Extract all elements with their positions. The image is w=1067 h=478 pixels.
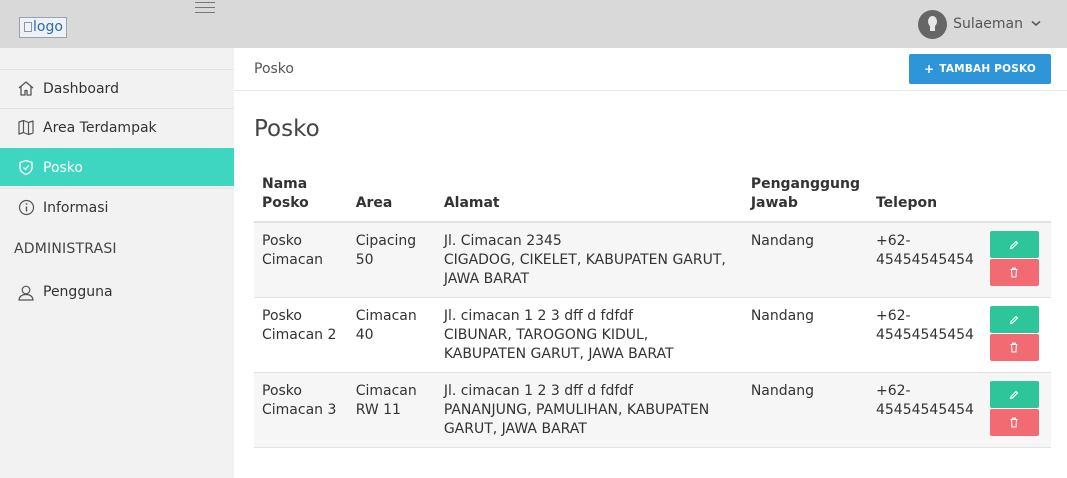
- breadcrumb: Posko: [254, 61, 294, 77]
- column-header-area: Area: [347, 172, 436, 223]
- table-header-row: Nama Posko Area Alamat Penganggung Jawab…: [254, 172, 1051, 223]
- cell-actions: [981, 297, 1051, 373]
- cell-pj: Nandang: [742, 297, 868, 373]
- main-content: Posko + TAMBAH POSKO Posko Nama Posko Ar…: [234, 48, 1067, 478]
- avatar[interactable]: [918, 9, 948, 39]
- sidebar-item-dashboard[interactable]: Dashboard: [0, 69, 234, 107]
- pencil-icon: [1010, 315, 1019, 324]
- table-row: Posko Cimacan Cipacing 50 Jl. Cimacan 23…: [254, 222, 1051, 298]
- cell-telepon: +62-45454545454: [867, 372, 982, 448]
- edit-button[interactable]: [989, 381, 1039, 408]
- cell-area: Cimacan RW 11: [347, 372, 436, 448]
- delete-button[interactable]: [989, 409, 1039, 436]
- trash-icon: [1010, 417, 1018, 428]
- home-icon: [16, 80, 36, 98]
- user-icon: [16, 283, 36, 301]
- table-row: Posko Cimacan 2 Cimacan 40 Jl. cimacan 1…: [254, 297, 1051, 373]
- edit-button[interactable]: [989, 231, 1039, 258]
- cell-actions: [981, 372, 1051, 448]
- pencil-icon: [1010, 240, 1019, 249]
- delete-button[interactable]: [989, 259, 1039, 286]
- sidebar-section-title: ADMINISTRASI: [14, 241, 117, 257]
- top-navbar: logo Sulaeman: [0, 0, 1067, 48]
- cell-alamat: Jl. cimacan 1 2 3 dff d fdfdf CIBUNAR, T…: [435, 297, 743, 373]
- cell-pj: Nandang: [742, 222, 868, 298]
- sidebar-item-area-terdampak[interactable]: Area Terdampak: [0, 108, 234, 146]
- alamat-street: Jl. cimacan 1 2 3 dff d fdfdf: [443, 308, 634, 324]
- sidebar-item-pengguna[interactable]: Pengguna: [0, 273, 234, 311]
- map-icon: [16, 119, 36, 137]
- add-posko-label: TAMBAH POSKO: [939, 63, 1036, 75]
- cell-pj: Nandang: [742, 372, 868, 448]
- edit-button[interactable]: [989, 306, 1039, 333]
- column-header-nama: Nama Posko: [254, 172, 348, 223]
- alamat-street: Jl. Cimacan 2345: [443, 233, 562, 249]
- shield-icon: [16, 159, 36, 177]
- cell-alamat: Jl. Cimacan 2345 CIGADOG, CIKELET, KABUP…: [435, 222, 743, 298]
- sidebar-item-label: Pengguna: [43, 284, 113, 300]
- user-name[interactable]: Sulaeman: [953, 16, 1023, 32]
- sidebar-item-informasi[interactable]: Informasi: [0, 188, 234, 226]
- cell-nama: Posko Cimacan 3: [254, 372, 348, 448]
- table-row: Posko Cimacan 3 Cimacan RW 11 Jl. cimaca…: [254, 372, 1051, 448]
- cell-area: Cipacing 50: [347, 222, 436, 298]
- alamat-region: PANANJUNG, PAMULIHAN, KABUPATEN GARUT, J…: [443, 402, 710, 437]
- sidebar-item-label: Area Terdampak: [43, 119, 157, 136]
- breadcrumb-bar: Posko + TAMBAH POSKO: [234, 48, 1067, 91]
- column-header-alamat: Alamat: [435, 172, 743, 223]
- logo-image[interactable]: logo: [19, 17, 67, 38]
- column-header-actions: [981, 172, 1051, 223]
- column-header-telepon: Telepon: [867, 172, 982, 223]
- delete-button[interactable]: [989, 334, 1039, 361]
- cell-actions: [981, 222, 1051, 298]
- cell-nama: Posko Cimacan: [254, 222, 348, 298]
- column-header-pj: Penganggung Jawab: [742, 172, 868, 223]
- broken-image-icon: [24, 22, 32, 32]
- logo-alt-text: logo: [33, 19, 63, 35]
- menu-toggle-icon[interactable]: [195, 2, 215, 16]
- add-posko-button[interactable]: + TAMBAH POSKO: [909, 54, 1051, 84]
- cell-alamat: Jl. cimacan 1 2 3 dff d fdfdf PANANJUNG,…: [435, 372, 743, 448]
- alamat-street: Jl. cimacan 1 2 3 dff d fdfdf: [443, 383, 634, 399]
- trash-icon: [1010, 267, 1018, 278]
- info-icon: [16, 199, 36, 217]
- cell-telepon: +62-45454545454: [867, 222, 982, 298]
- pencil-icon: [1010, 390, 1019, 399]
- cell-nama: Posko Cimacan 2: [254, 297, 348, 373]
- cell-area: Cimacan 40: [347, 297, 436, 373]
- sidebar-item-label: Informasi: [43, 199, 109, 216]
- sidebar-item-label: Dashboard: [43, 80, 119, 97]
- sidebar-item-label: Posko: [43, 159, 83, 176]
- user-menu[interactable]: Sulaeman: [918, 9, 1041, 39]
- sidebar-item-posko[interactable]: Posko: [0, 148, 234, 186]
- cell-telepon: +62-45454545454: [867, 297, 982, 373]
- sidebar: Dashboard Area Terdampak Posko Informasi…: [0, 48, 234, 478]
- alamat-region: CIBUNAR, TAROGONG KIDUL, KABUPATEN GARUT…: [443, 327, 674, 362]
- plus-icon: +: [924, 62, 935, 76]
- page-title: Posko: [254, 116, 320, 142]
- chevron-down-icon[interactable]: [1031, 19, 1041, 30]
- trash-icon: [1010, 342, 1018, 353]
- alamat-region: CIGADOG, CIKELET, KABUPATEN GARUT, JAWA …: [443, 252, 726, 287]
- posko-table: Nama Posko Area Alamat Penganggung Jawab…: [254, 172, 1051, 448]
